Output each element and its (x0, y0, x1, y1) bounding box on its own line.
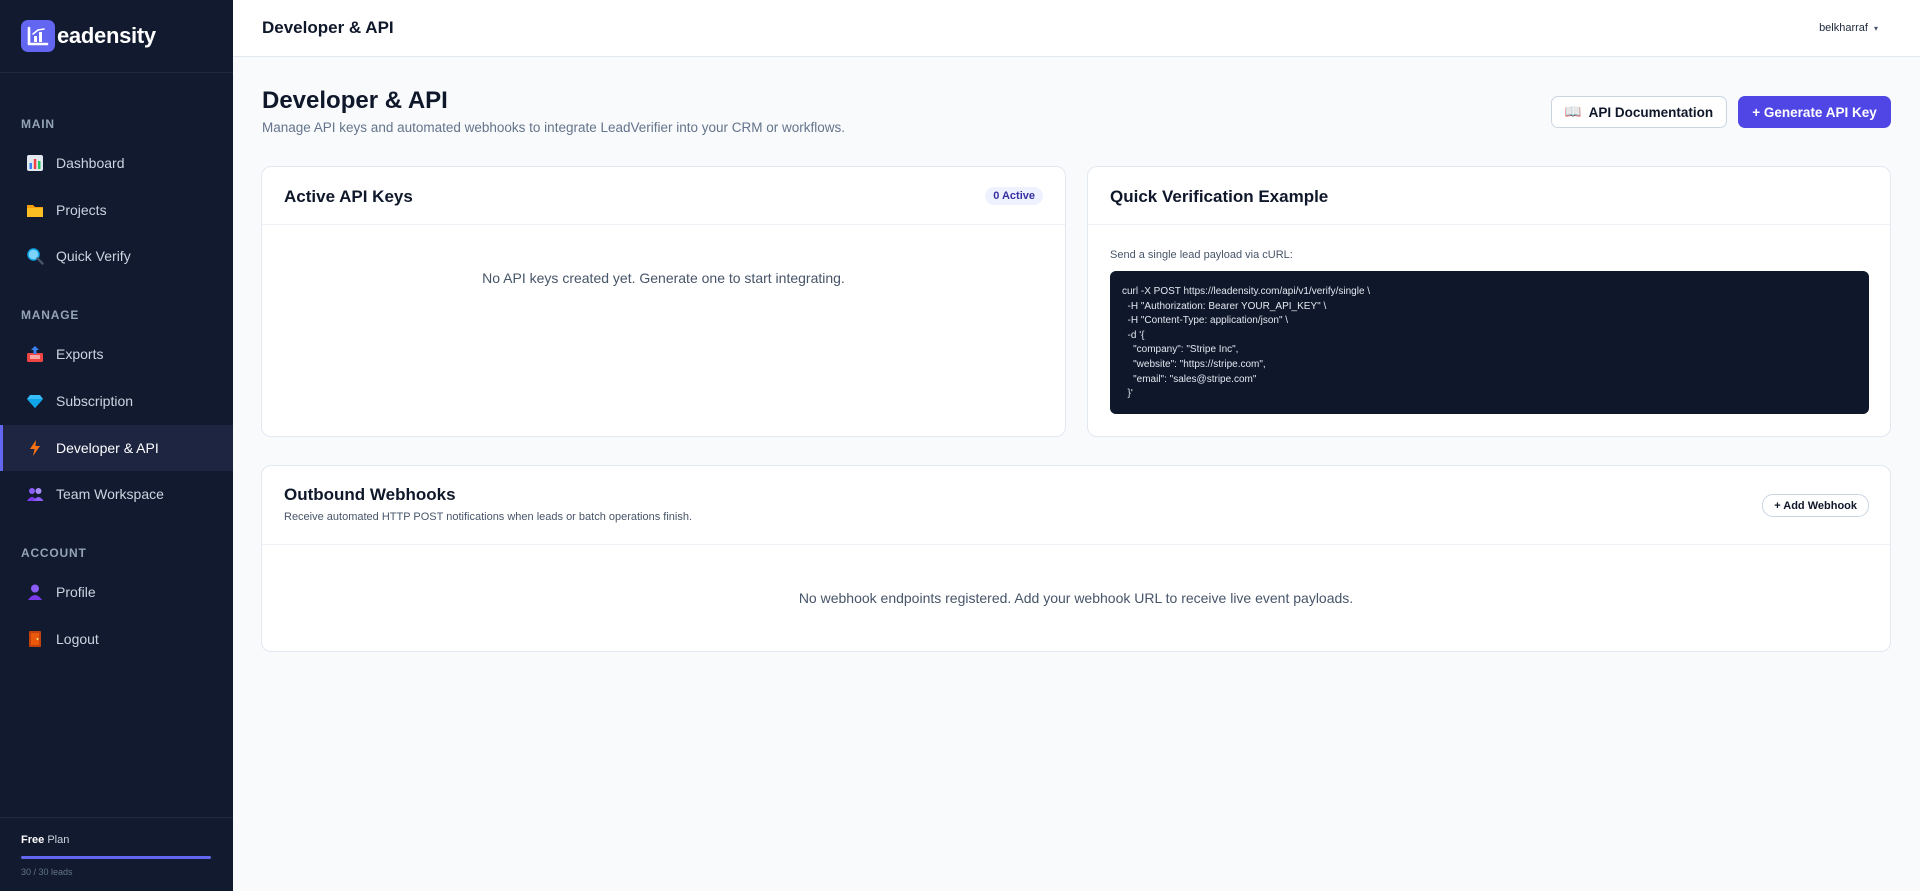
sidebar-item-logout[interactable]: Logout (0, 616, 233, 662)
gem-icon (26, 392, 44, 410)
section-label-manage: MANAGE (21, 308, 80, 322)
sidebar-item-label: Team Workspace (56, 486, 164, 502)
lightning-icon (26, 439, 44, 457)
sidebar: eadensity MAIN Dashboard Projects Quick … (0, 0, 233, 891)
sidebar-item-projects[interactable]: Projects (0, 187, 233, 233)
plan-progress-fill (21, 856, 211, 859)
sidebar-item-team-workspace[interactable]: Team Workspace (0, 471, 233, 517)
api-keys-card: Active API Keys 0 Active No API keys cre… (261, 166, 1066, 437)
curl-hint: Send a single lead payload via cURL: (1110, 249, 1293, 261)
api-documentation-label: API Documentation (1588, 104, 1714, 120)
sidebar-item-label: Exports (56, 346, 104, 362)
username: belkharraf (1819, 22, 1868, 34)
user-icon (26, 583, 44, 601)
webhooks-empty-state: No webhook endpoints registered. Add you… (798, 590, 1354, 606)
sidebar-item-exports[interactable]: Exports (0, 331, 233, 377)
sidebar-item-dashboard[interactable]: Dashboard (0, 140, 233, 186)
webhooks-card: Outbound Webhooks Receive automated HTTP… (261, 465, 1891, 652)
sidebar-item-profile[interactable]: Profile (0, 569, 233, 615)
plan-name: Free (21, 834, 45, 846)
sidebar-item-quick-verify[interactable]: Quick Verify (0, 233, 233, 279)
page-title: Developer & API (262, 87, 448, 114)
plan-title: Free Plan (21, 834, 212, 846)
api-documentation-button[interactable]: 📖 API Documentation (1551, 96, 1727, 128)
book-icon: 📖 (1564, 104, 1582, 119)
api-keys-empty-state: No API keys created yet. Generate one to… (482, 270, 845, 286)
webhooks-subtitle: Receive automated HTTP POST notification… (284, 511, 693, 523)
quick-verification-card: Quick Verification Example Send a single… (1087, 166, 1891, 437)
brand-logo-icon (21, 20, 55, 52)
bar-chart-icon (26, 154, 44, 172)
quick-verification-title: Quick Verification Example (1110, 187, 1329, 206)
topbar: Developer & API belkharraf ▾ (233, 0, 1920, 57)
webhooks-card-header: Outbound Webhooks Receive automated HTTP… (262, 466, 1890, 545)
page-subtitle: Manage API keys and automated webhooks t… (262, 120, 846, 135)
webhooks-title: Outbound Webhooks (284, 485, 456, 504)
api-keys-title: Active API Keys (284, 187, 413, 206)
sidebar-item-label: Developer & API (56, 440, 159, 456)
user-menu[interactable]: belkharraf ▾ (1819, 22, 1878, 34)
plan-suffix: Plan (47, 834, 70, 846)
topbar-title: Developer & API (262, 18, 394, 37)
api-keys-card-header: Active API Keys 0 Active (262, 167, 1065, 225)
outbox-tray-icon (26, 345, 44, 363)
users-icon (26, 485, 44, 503)
curl-code-block[interactable]: curl -X POST https://leadensity.com/api/… (1110, 271, 1869, 414)
sidebar-item-developer-api[interactable]: Developer & API (0, 425, 233, 471)
sidebar-item-subscription[interactable]: Subscription (0, 378, 233, 424)
plan-usage: Free Plan 30 / 30 leads (0, 817, 233, 891)
section-label-main: MAIN (21, 117, 55, 131)
magnifier-icon (26, 247, 44, 265)
sidebar-item-label: Quick Verify (56, 248, 131, 264)
caret-down-icon: ▾ (1873, 23, 1878, 33)
active-keys-badge: 0 Active (985, 187, 1043, 205)
sidebar-item-label: Subscription (56, 393, 134, 409)
door-icon (26, 630, 44, 648)
add-webhook-button[interactable]: + Add Webhook (1762, 494, 1869, 517)
brand[interactable]: eadensity (0, 0, 233, 73)
plan-progress-bar (21, 856, 211, 859)
sidebar-item-label: Logout (56, 631, 99, 647)
sidebar-item-label: Dashboard (56, 155, 125, 171)
sidebar-item-label: Projects (56, 202, 107, 218)
generate-api-key-button[interactable]: + Generate API Key (1738, 96, 1891, 128)
section-label-account: ACCOUNT (21, 546, 87, 560)
quick-verification-card-header: Quick Verification Example (1088, 167, 1890, 225)
brand-name: eadensity (57, 23, 156, 48)
sidebar-item-label: Profile (56, 584, 96, 600)
folder-icon (26, 201, 44, 219)
plan-usage-count: 30 / 30 leads (21, 867, 73, 877)
